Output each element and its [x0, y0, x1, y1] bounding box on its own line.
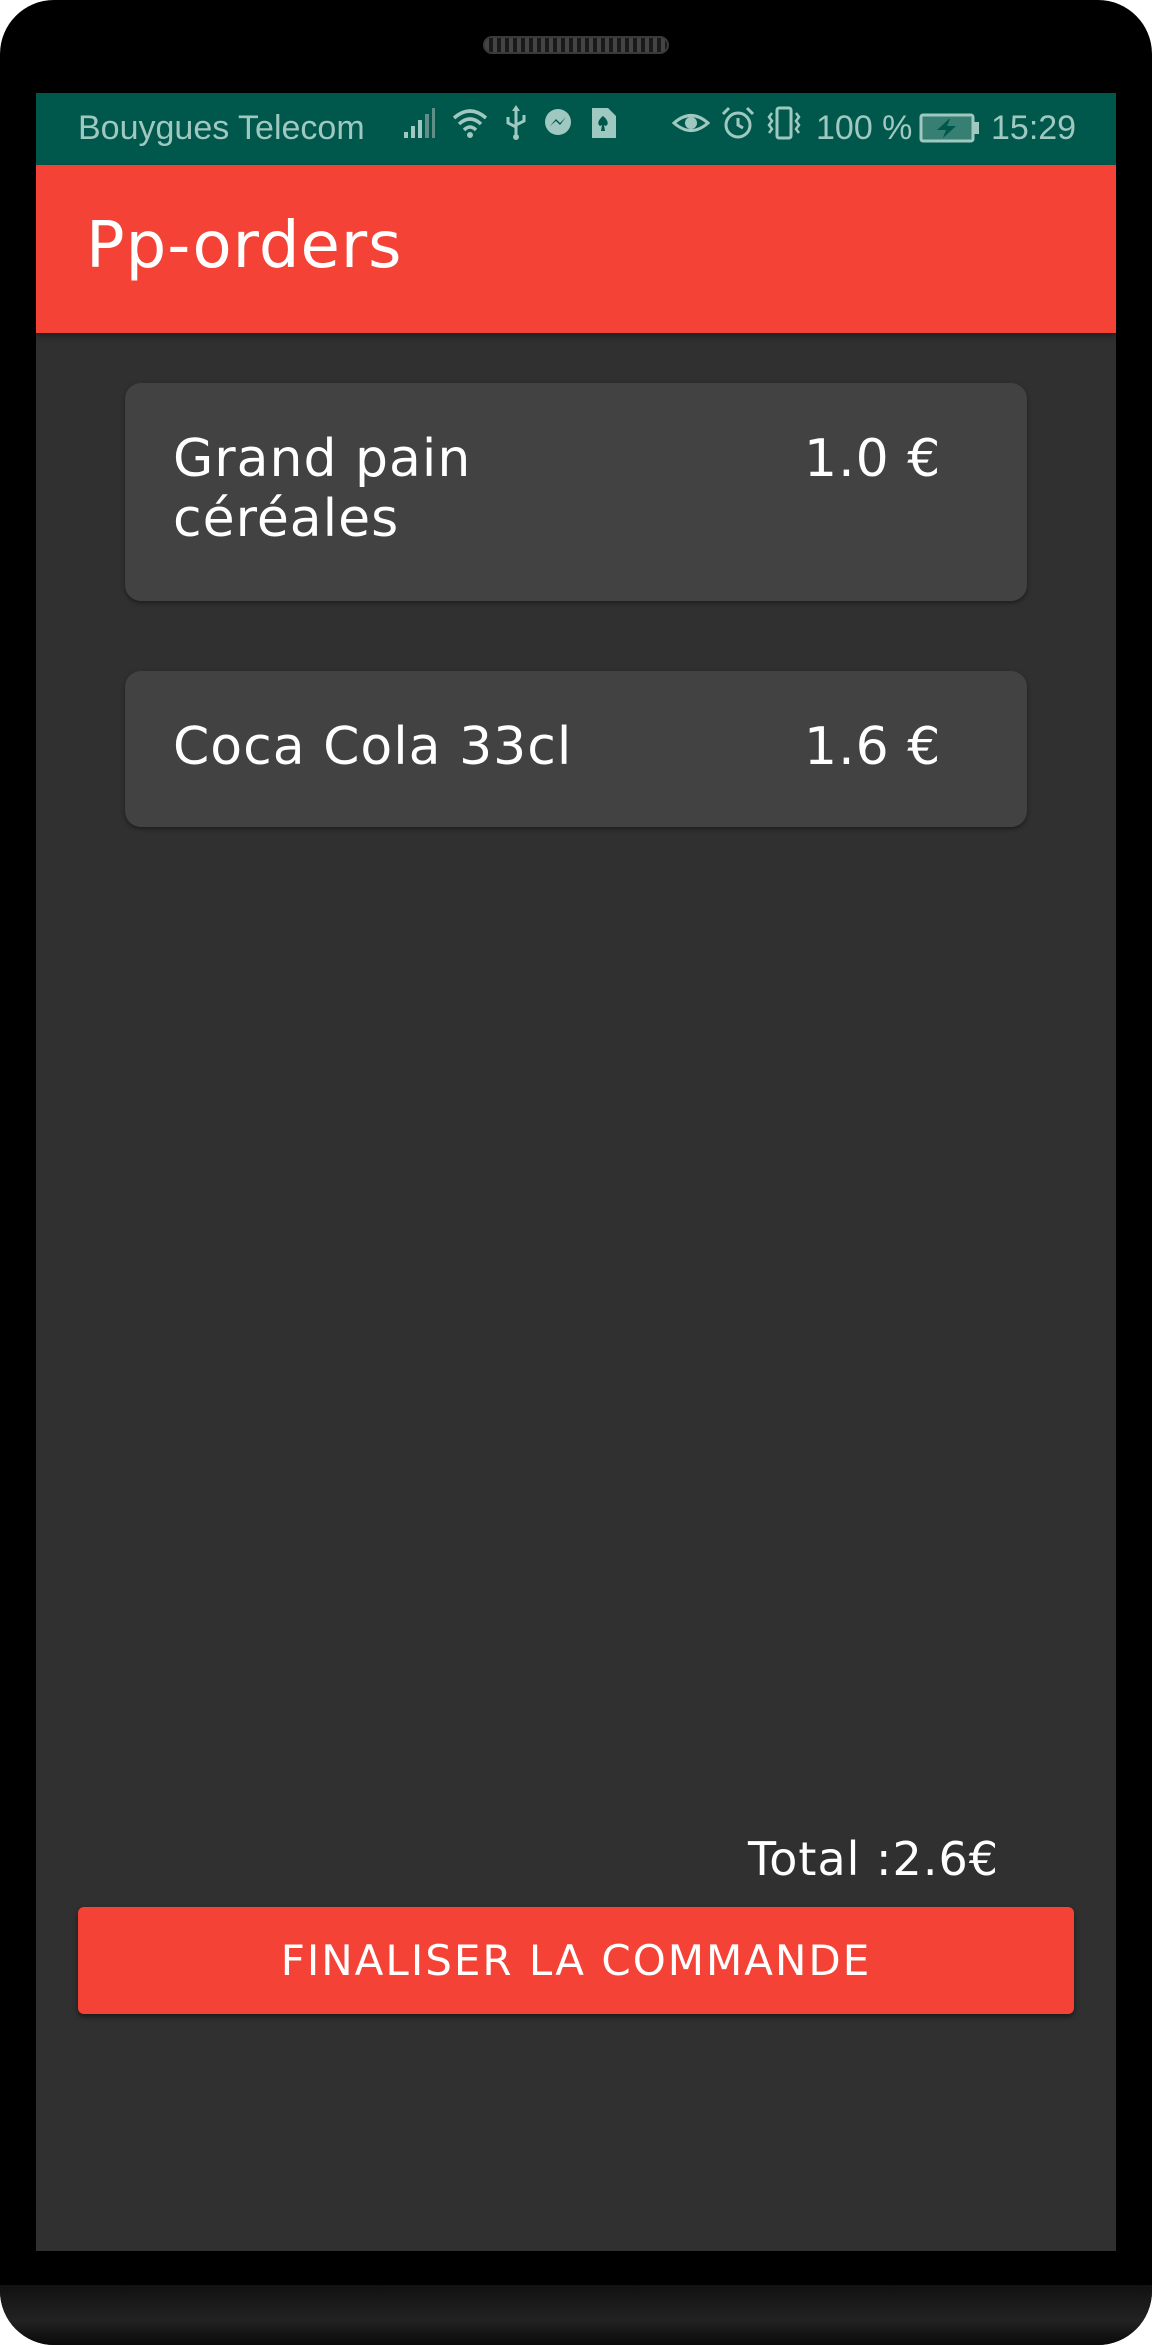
app-screen: Bouygues Telecom 100 % 15:29 Pp-orders G… — [36, 93, 1116, 2251]
finalize-order-button[interactable]: FINALISER LA COMMANDE — [78, 1907, 1074, 2014]
app-title: Pp-orders — [86, 209, 403, 283]
item-price: 1.6 € — [804, 717, 942, 777]
status-clock: 15:29 — [991, 109, 1077, 147]
messenger-icon — [542, 107, 574, 139]
earpiece-speaker — [483, 36, 669, 54]
item-price: 1.0 € — [804, 429, 942, 489]
battery-percentage: 100 % — [816, 109, 913, 147]
status-icons-left — [402, 105, 618, 141]
signal-icon — [402, 106, 436, 140]
phone-frame: Bouygues Telecom 100 % 15:29 Pp-orders G… — [0, 0, 1152, 2345]
item-name: Coca Cola 33cl — [173, 717, 573, 777]
order-total: Total :2.6€ — [748, 1832, 999, 1886]
carrier-name: Bouygues Telecom — [78, 109, 365, 147]
cart-item-list: Grand pain céréales 1.0 € Coca Cola 33cl… — [125, 383, 1027, 897]
battery-charging-icon — [919, 113, 981, 152]
status-bar: Bouygues Telecom 100 % 15:29 — [36, 93, 1116, 165]
sim-card-icon — [588, 106, 618, 140]
app-toolbar: Pp-orders — [36, 165, 1116, 333]
cart-item-card[interactable]: Grand pain céréales 1.0 € — [125, 383, 1027, 601]
cart-item-card[interactable]: Coca Cola 33cl 1.6 € — [125, 671, 1027, 827]
bottom-bezel — [0, 2285, 1152, 2345]
alarm-icon — [720, 105, 756, 141]
eye-icon — [672, 106, 710, 140]
wifi-icon — [450, 106, 490, 140]
usb-icon — [504, 105, 528, 141]
item-name: Grand pain céréales — [173, 429, 472, 549]
status-icons-right — [672, 105, 802, 141]
vibrate-icon — [766, 105, 802, 141]
